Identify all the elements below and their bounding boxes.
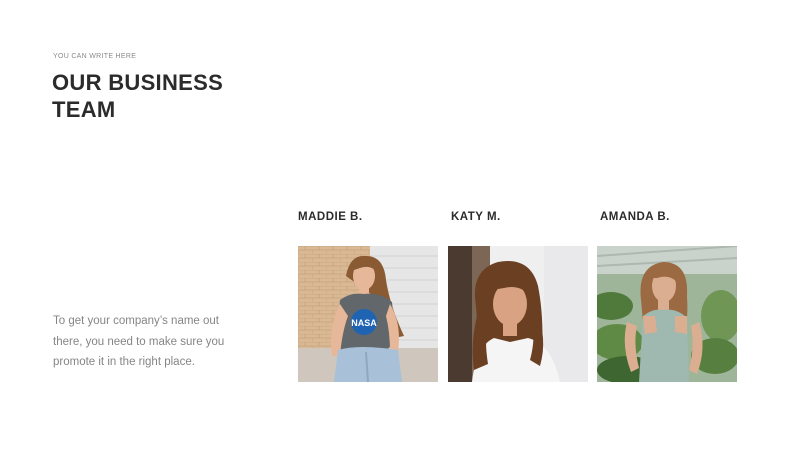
- eyebrow-label: YOU CAN WRITE HERE: [53, 53, 137, 60]
- description-text: To get your company’s name out there, yo…: [53, 311, 233, 373]
- team-member-photo-1: NASA: [298, 246, 438, 382]
- description-line-2: there, you need to make sure you: [53, 335, 225, 348]
- team-member-name-1: MADDIE B.: [298, 211, 363, 223]
- description-line-3: promote it in the right place.: [53, 356, 195, 368]
- person-photo-icon: [597, 246, 737, 382]
- nasa-logo-text: NASA: [351, 318, 377, 328]
- team-member-name-3: AMANDA B.: [600, 211, 670, 223]
- person-photo-icon: NASA: [298, 246, 438, 382]
- page-title: OUR BUSINESS TEAM: [52, 69, 292, 123]
- page-title-line-1: OUR BUSINESS: [52, 70, 224, 95]
- team-member-photo-3: [597, 246, 737, 382]
- team-member-photo-2: [448, 246, 588, 382]
- page-title-line-2: TEAM: [52, 97, 116, 122]
- person-photo-icon: [448, 246, 588, 382]
- team-member-name-2: KATY M.: [451, 211, 501, 223]
- description-line-1: To get your company’s name out: [53, 315, 219, 327]
